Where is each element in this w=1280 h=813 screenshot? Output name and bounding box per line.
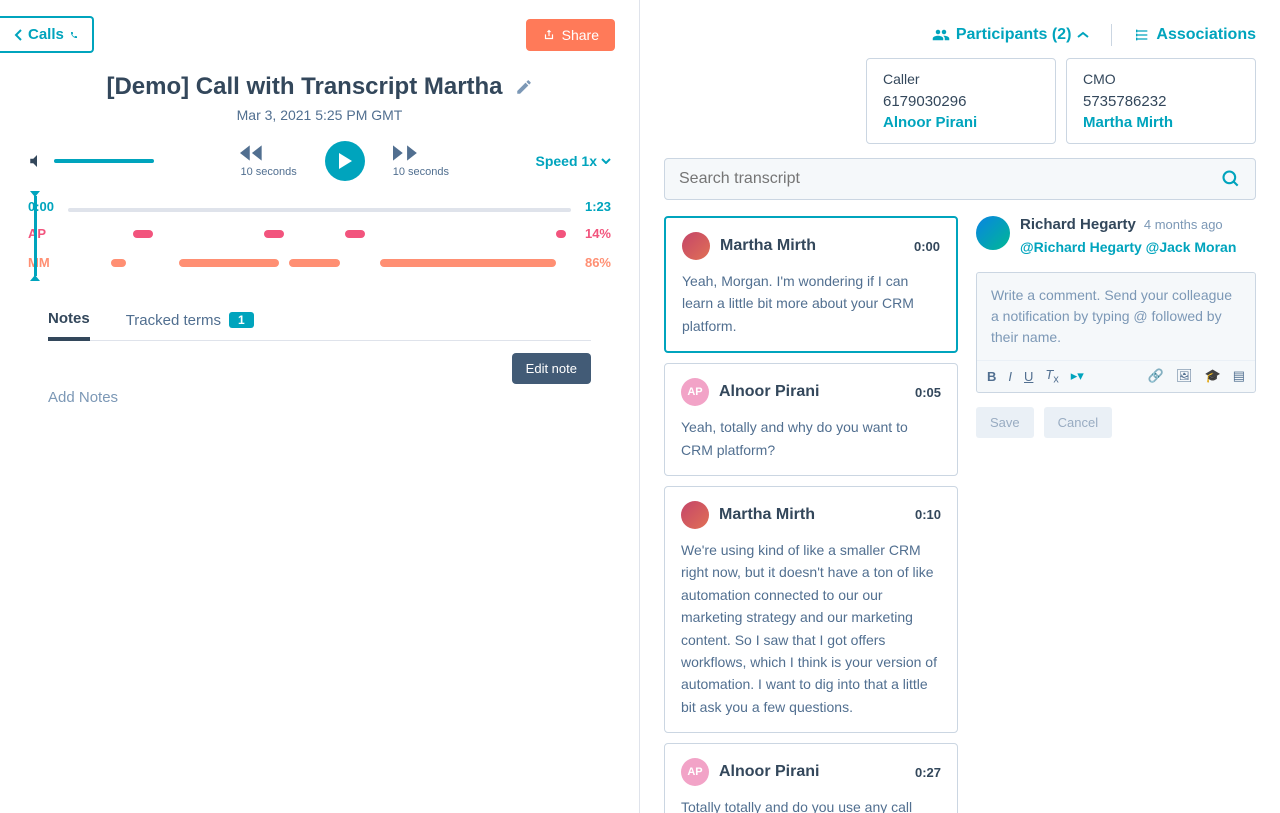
speaker-track[interactable] xyxy=(68,259,571,267)
skip-forward-button[interactable]: 10 seconds xyxy=(393,144,449,178)
scrub-track[interactable] xyxy=(68,208,571,212)
fast-forward-icon xyxy=(393,144,419,162)
tab-notes[interactable]: Notes xyxy=(48,310,90,341)
participant-phone: 6179030296 xyxy=(883,93,1039,110)
tab-tracked-terms[interactable]: Tracked terms 1 xyxy=(126,310,254,340)
message-time: 0:27 xyxy=(915,765,941,780)
skip-back-label: 10 seconds xyxy=(240,166,296,178)
volume-slider[interactable] xyxy=(54,159,154,163)
speed-label: Speed 1x xyxy=(536,153,597,169)
comment-text: @Richard Hegarty @Jack Moran xyxy=(1020,237,1256,258)
participant-phone: 5735786232 xyxy=(1083,93,1239,110)
chevron-up-icon xyxy=(1077,31,1089,39)
associations-icon xyxy=(1134,27,1150,43)
speaker-avatar xyxy=(682,232,710,260)
message-text: Yeah, Morgan. I'm wondering if I can lea… xyxy=(682,270,940,337)
clear-format-button[interactable]: Tx xyxy=(1045,367,1058,386)
volume-icon xyxy=(28,152,46,170)
bold-button[interactable]: B xyxy=(987,369,996,384)
comment-editor[interactable]: Write a comment. Send your colleague a n… xyxy=(976,272,1256,393)
comment[interactable]: Richard Hegarty 4 months ago @Richard He… xyxy=(976,216,1256,258)
participant-role: Caller xyxy=(883,71,1039,87)
cancel-comment-button[interactable]: Cancel xyxy=(1044,407,1112,438)
playhead[interactable] xyxy=(34,196,37,276)
associations-label: Associations xyxy=(1156,26,1256,44)
share-label: Share xyxy=(562,27,599,43)
phone-icon xyxy=(70,29,78,41)
search-input[interactable] xyxy=(679,170,1221,188)
tracked-terms-badge: 1 xyxy=(229,312,254,328)
associations-button[interactable]: Associations xyxy=(1134,26,1256,44)
comment-avatar xyxy=(976,216,1010,250)
speaker-track[interactable] xyxy=(68,230,571,238)
speaker-row: MM 86% xyxy=(28,255,611,270)
search-icon[interactable] xyxy=(1221,169,1241,189)
participants-label: Participants (2) xyxy=(956,26,1072,44)
quote-button[interactable]: 🎓 xyxy=(1205,368,1221,384)
skip-back-button[interactable]: 10 seconds xyxy=(240,144,296,178)
link-button[interactable]: 🔗 xyxy=(1148,368,1164,384)
add-notes-placeholder[interactable]: Add Notes xyxy=(48,389,591,406)
underline-button[interactable]: U xyxy=(1024,369,1033,384)
divider xyxy=(1111,24,1112,46)
speaker-avatar xyxy=(681,501,709,529)
comment-author: Richard Hegarty xyxy=(1020,216,1136,233)
participant-card[interactable]: Caller 6179030296 Alnoor Pirani xyxy=(866,58,1056,144)
back-to-calls-button[interactable]: Calls xyxy=(0,16,94,53)
participant-name[interactable]: Martha Mirth xyxy=(1083,114,1239,131)
play-button[interactable] xyxy=(325,141,365,181)
participant-card[interactable]: CMO 5735786232 Martha Mirth xyxy=(1066,58,1256,144)
message-time: 0:10 xyxy=(915,507,941,522)
play-icon xyxy=(337,152,353,170)
transcript-message[interactable]: AP Alnoor Pirani 0:05 Yeah, totally and … xyxy=(664,363,958,476)
search-transcript[interactable] xyxy=(664,158,1256,200)
share-button[interactable]: Share xyxy=(526,19,615,51)
message-time: 0:05 xyxy=(915,385,941,400)
rewind-icon xyxy=(240,144,266,162)
share-icon xyxy=(542,28,556,42)
image-button[interactable]: 🖼 xyxy=(1176,368,1193,384)
transcript-message[interactable]: AP Alnoor Pirani 0:27 Totally totally an… xyxy=(664,743,958,813)
speed-selector[interactable]: Speed 1x xyxy=(536,153,611,169)
speaker-name: Alnoor Pirani xyxy=(719,383,905,401)
scrub-area[interactable]: 0:00 1:23 AP 14%MM 86% xyxy=(28,199,611,270)
volume-control[interactable] xyxy=(28,152,154,170)
edit-title-icon[interactable] xyxy=(515,78,533,96)
message-time: 0:00 xyxy=(914,239,940,254)
speaker-percent: 14% xyxy=(571,226,611,241)
participants-icon xyxy=(932,28,950,42)
speaker-name: Martha Mirth xyxy=(719,506,905,524)
italic-button[interactable]: I xyxy=(1008,369,1012,384)
speaker-name: Alnoor Pirani xyxy=(719,763,905,781)
save-comment-button[interactable]: Save xyxy=(976,407,1034,438)
comment-placeholder[interactable]: Write a comment. Send your colleague a n… xyxy=(977,273,1255,360)
message-text: We're using kind of like a smaller CRM r… xyxy=(681,539,941,718)
call-datetime: Mar 3, 2021 5:25 PM GMT xyxy=(0,107,639,123)
participant-role: CMO xyxy=(1083,71,1239,87)
transcript-message[interactable]: Martha Mirth 0:10 We're using kind of li… xyxy=(664,486,958,733)
snippet-button[interactable]: ▤ xyxy=(1233,368,1245,384)
skip-fwd-label: 10 seconds xyxy=(393,166,449,178)
edit-note-button[interactable]: Edit note xyxy=(512,353,591,384)
speaker-avatar: AP xyxy=(681,758,709,786)
speaker-name: Martha Mirth xyxy=(720,237,904,255)
participants-toggle[interactable]: Participants (2) xyxy=(932,26,1090,44)
message-text: Totally totally and do you use any call … xyxy=(681,796,941,813)
transcript-message[interactable]: Martha Mirth 0:00 Yeah, Morgan. I'm wond… xyxy=(664,216,958,353)
page-title: [Demo] Call with Transcript Martha xyxy=(106,73,502,101)
participant-name[interactable]: Alnoor Pirani xyxy=(883,114,1039,131)
chevron-left-icon xyxy=(14,29,22,41)
speaker-row: AP 14% xyxy=(28,226,611,241)
speaker-avatar: AP xyxy=(681,378,709,406)
more-format-button[interactable]: ▸▾ xyxy=(1071,368,1084,384)
back-label: Calls xyxy=(28,26,64,43)
comment-time: 4 months ago xyxy=(1144,217,1223,232)
chevron-down-icon xyxy=(601,158,611,164)
message-text: Yeah, totally and why do you want to CRM… xyxy=(681,416,941,461)
speaker-percent: 86% xyxy=(571,255,611,270)
